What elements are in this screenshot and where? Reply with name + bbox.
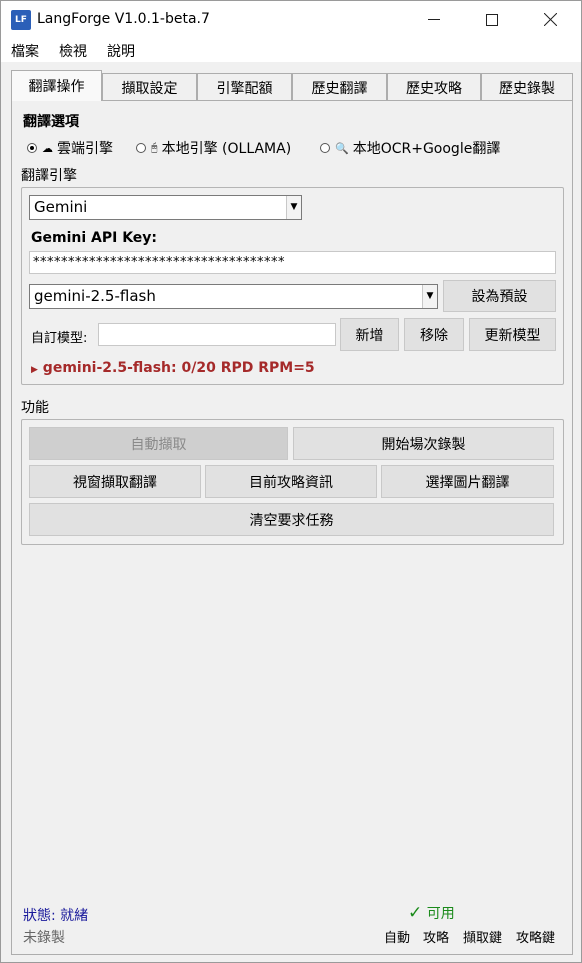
- menu-file[interactable]: 檔案: [11, 41, 39, 61]
- chevron-down-icon[interactable]: ▼: [286, 196, 301, 219]
- add-model-button[interactable]: 新增: [340, 318, 399, 351]
- shortcut-guide-key: 攻略鍵: [516, 931, 556, 946]
- clear-tasks-button[interactable]: 清空要求任務: [29, 503, 554, 536]
- app-logo-icon: LF: [11, 10, 31, 30]
- provider-value: Gemini: [34, 198, 88, 216]
- radio-local-ocr[interactable]: 🔍 本地OCR+Google翻譯: [320, 138, 500, 158]
- functions-title: 功能: [21, 400, 49, 416]
- record-status: 未錄製: [23, 930, 65, 946]
- radio-dot: [27, 143, 37, 153]
- availability: ✓ 可用: [408, 903, 455, 923]
- expand-triangle-icon: ▶: [31, 365, 38, 375]
- window-title: LangForge V1.0.1-beta.7: [37, 11, 210, 27]
- availability-text: 可用: [426, 906, 455, 922]
- checkmark-icon: ✓: [408, 903, 423, 923]
- tab-translate[interactable]: 翻譯操作: [11, 70, 102, 101]
- radio-dot: [320, 143, 330, 153]
- local-icon: 🖰: [151, 141, 158, 154]
- shortcut-capture-key: 擷取鍵: [463, 931, 503, 946]
- window-capture-button[interactable]: 視窗擷取翻譯: [29, 465, 201, 498]
- tab-history-guide[interactable]: 歷史攻略: [387, 73, 481, 101]
- shortcut-auto: 自動: [384, 931, 411, 946]
- provider-select[interactable]: Gemini ▼: [29, 195, 302, 220]
- set-default-button[interactable]: 設為預設: [443, 280, 556, 312]
- guide-info-button[interactable]: 目前攻略資訊: [205, 465, 377, 498]
- start-record-button[interactable]: 開始場次錄製: [293, 427, 554, 460]
- menu-bar: 檔案 檢視 說明: [1, 38, 581, 62]
- shortcut-guide: 攻略: [423, 931, 450, 946]
- status-text: 狀態: 就緒: [23, 908, 89, 924]
- engine-section-title: 翻譯引擎: [21, 168, 77, 184]
- custom-model-label: 自訂模型:: [31, 331, 88, 346]
- image-translate-button[interactable]: 選擇圖片翻譯: [381, 465, 554, 498]
- update-models-button[interactable]: 更新模型: [469, 318, 556, 351]
- cloud-icon: ☁: [42, 141, 53, 155]
- title-bar: LF LangForge V1.0.1-beta.7: [1, 1, 581, 38]
- chevron-down-icon[interactable]: ▼: [422, 285, 437, 308]
- custom-model-input[interactable]: [98, 323, 336, 346]
- app-window: LF LangForge V1.0.1-beta.7 檔案 檢視 說明 翻譯操作…: [0, 0, 582, 963]
- quota-status[interactable]: ▶ gemini-2.5-flash: 0/20 RPD RPM=5: [31, 360, 315, 376]
- translate-options-title: 翻譯選項: [23, 114, 79, 130]
- model-select[interactable]: gemini-2.5-flash ▼: [29, 284, 438, 309]
- translate-panel: 翻譯選項 ☁ 雲端引擎 🖰 本地引擎 (OLLAMA) 🔍 本地OCR+Goog…: [11, 100, 573, 955]
- api-key-label: Gemini API Key:: [31, 230, 158, 246]
- radio-label: 雲端引擎: [57, 141, 113, 157]
- tab-history-record[interactable]: 歷史錄製: [481, 73, 573, 101]
- auto-capture-button[interactable]: 自動擷取: [29, 427, 288, 460]
- minimize-icon[interactable]: [405, 1, 463, 38]
- radio-cloud-engine[interactable]: ☁ 雲端引擎: [27, 138, 113, 158]
- radio-label: 本地引擎 (OLLAMA): [161, 141, 292, 157]
- close-icon[interactable]: [521, 1, 579, 38]
- model-value: gemini-2.5-flash: [34, 287, 156, 305]
- radio-local-engine[interactable]: 🖰 本地引擎 (OLLAMA): [136, 138, 291, 158]
- radio-dot: [136, 143, 146, 153]
- functions-groupbox: 自動擷取 開始場次錄製 視窗擷取翻譯 目前攻略資訊 選擇圖片翻譯 清空要求任務: [21, 419, 564, 545]
- quota-text: gemini-2.5-flash: 0/20 RPD RPM=5: [42, 360, 315, 376]
- tab-strip: 翻譯操作 擷取設定 引擎配額 歷史翻譯 歷史攻略 歷史錄製: [11, 70, 573, 101]
- remove-model-button[interactable]: 移除: [404, 318, 464, 351]
- magnifier-icon: 🔍: [335, 141, 349, 155]
- menu-help[interactable]: 說明: [107, 41, 135, 61]
- radio-label: 本地OCR+Google翻譯: [352, 141, 501, 157]
- tab-history-translate[interactable]: 歷史翻譯: [292, 73, 387, 101]
- engine-groupbox: Gemini ▼ Gemini API Key: ***************…: [21, 187, 564, 385]
- menu-view[interactable]: 檢視: [59, 41, 87, 61]
- api-key-input[interactable]: ************************************: [29, 251, 556, 274]
- tab-capture-settings[interactable]: 擷取設定: [102, 73, 197, 101]
- maximize-icon[interactable]: [463, 1, 521, 38]
- tab-engine-quota[interactable]: 引擎配額: [197, 73, 292, 101]
